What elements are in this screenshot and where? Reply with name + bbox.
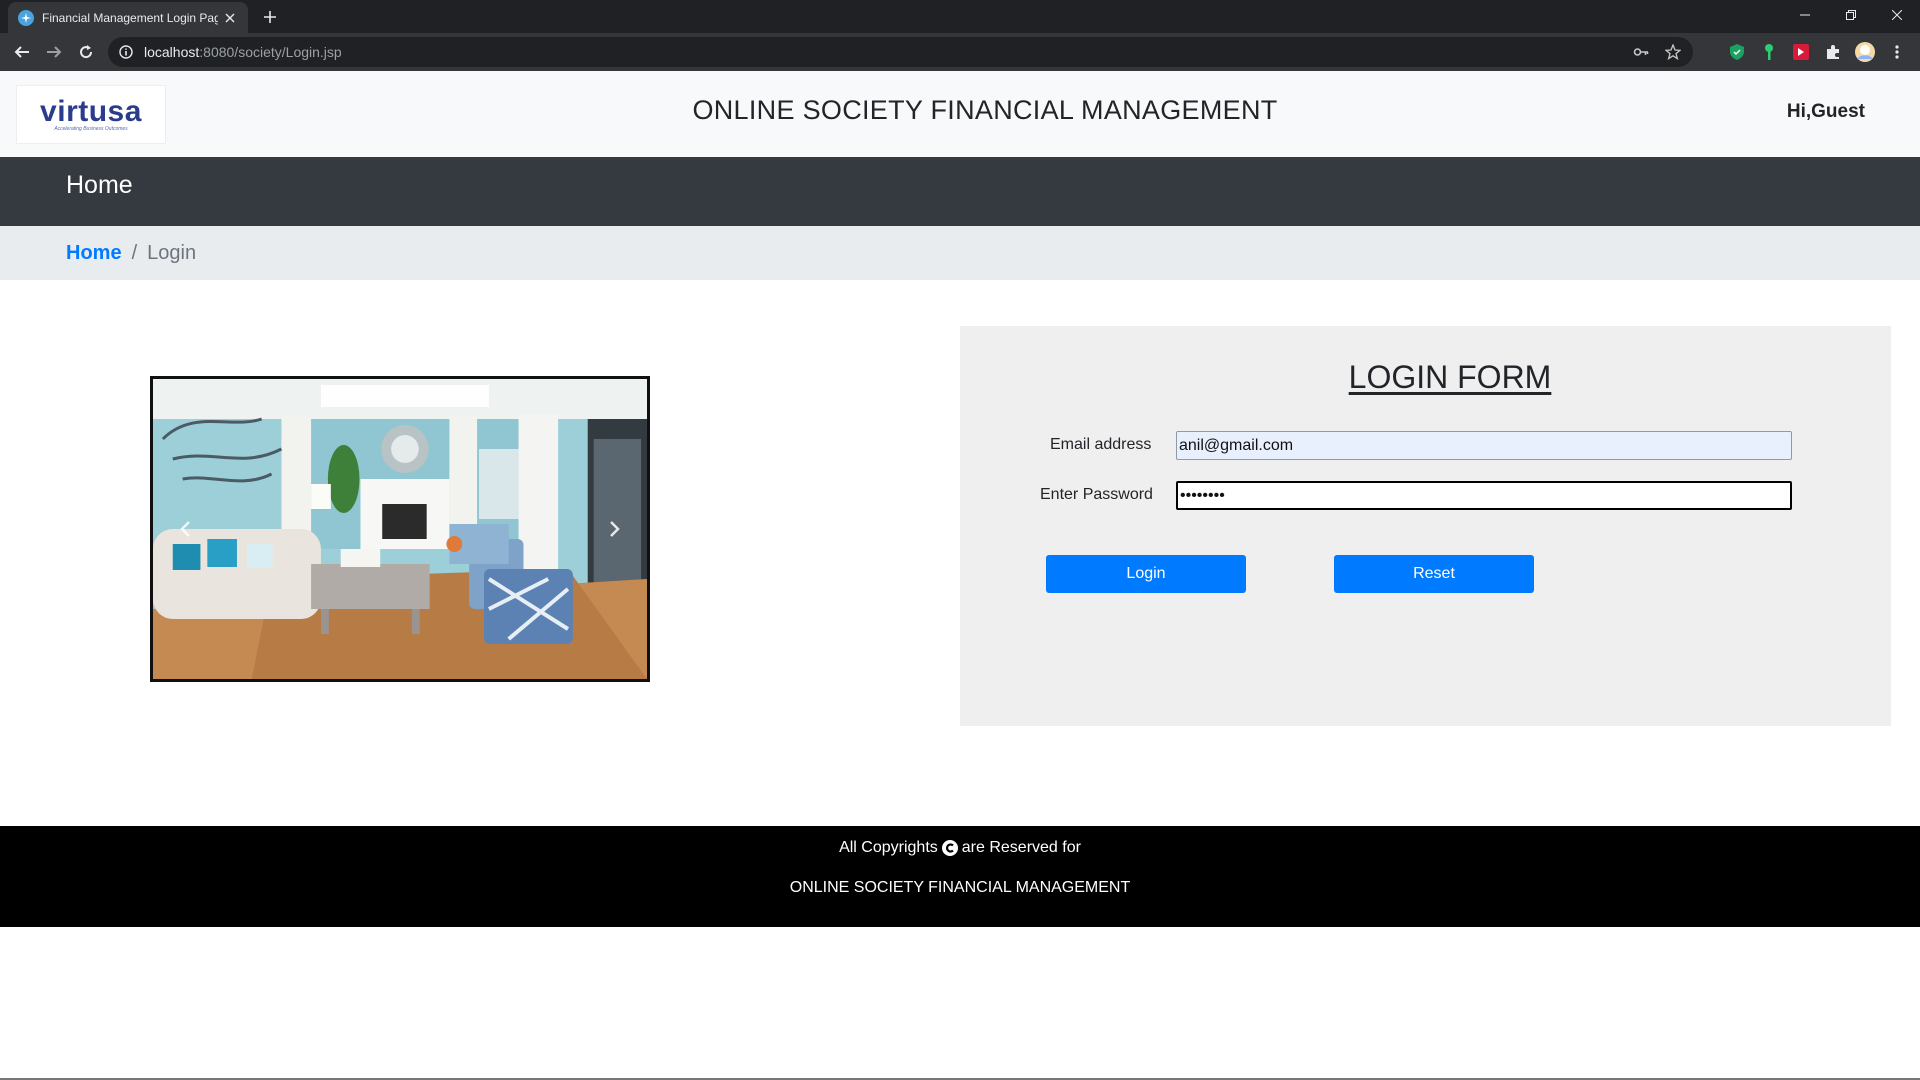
footer-copyright-line: All Copyrights are Reserved for bbox=[0, 839, 1920, 857]
restore-icon[interactable] bbox=[1828, 0, 1874, 30]
forward-icon[interactable] bbox=[40, 38, 68, 66]
user-greeting: Hi,Guest bbox=[1786, 101, 1865, 122]
favicon-icon bbox=[18, 9, 34, 26]
copyright-icon bbox=[941, 840, 958, 856]
site-info-icon[interactable] bbox=[118, 44, 134, 60]
password-label: Enter Password bbox=[1040, 486, 1153, 503]
footer-site-name: ONLINE SOCIETY FINANCIAL MANAGEMENT bbox=[789, 879, 1131, 896]
login-button[interactable]: Login bbox=[1046, 555, 1246, 593]
password-field[interactable] bbox=[1176, 481, 1792, 510]
close-window-icon[interactable] bbox=[1874, 0, 1920, 30]
email-label: Email address bbox=[1050, 436, 1152, 453]
image-carousel bbox=[150, 376, 650, 682]
reload-icon[interactable] bbox=[72, 38, 100, 66]
new-tab-icon[interactable] bbox=[259, 6, 281, 28]
site-footer: All Copyrights are Reserved for ONLINE S… bbox=[0, 826, 1920, 927]
breadcrumb-home-link[interactable]: Home bbox=[66, 242, 122, 265]
tab-title: Financial Management Login Page bbox=[42, 10, 218, 25]
breadcrumb: Home / Login bbox=[0, 226, 1920, 280]
footer-copyright-suffix: are Reserved for bbox=[961, 839, 1081, 856]
extensions-puzzle-icon[interactable] bbox=[1821, 40, 1845, 64]
shield-extension-icon[interactable] bbox=[1725, 40, 1749, 64]
reset-button[interactable]: Reset bbox=[1334, 555, 1534, 593]
page: virtusa Accelerating Business Outcomes O… bbox=[0, 71, 1920, 1080]
keeper-extension-icon[interactable] bbox=[1757, 40, 1781, 64]
profile-avatar-icon[interactable] bbox=[1853, 40, 1877, 64]
back-icon[interactable] bbox=[8, 38, 36, 66]
login-form-title: LOGIN FORM bbox=[1348, 359, 1552, 395]
living-room-photo bbox=[153, 379, 647, 679]
carousel-prev-icon[interactable] bbox=[173, 517, 197, 541]
browser-tab[interactable]: Financial Management Login Page bbox=[8, 2, 248, 33]
browser-tabstrip: Financial Management Login Page bbox=[0, 0, 1920, 33]
logo-tagline: Accelerating Business Outcomes bbox=[54, 125, 128, 132]
email-field[interactable] bbox=[1176, 431, 1792, 460]
key-icon[interactable] bbox=[1629, 40, 1653, 64]
url-path: :8080/society/Login.jsp bbox=[199, 44, 342, 60]
footer-copyright-prefix: All Copyrights bbox=[839, 839, 938, 856]
browser-menu-icon[interactable] bbox=[1885, 40, 1909, 64]
breadcrumb-separator: / bbox=[131, 241, 138, 264]
carousel-next-icon[interactable] bbox=[603, 517, 627, 541]
url-host: localhost bbox=[144, 44, 200, 60]
browser-toolbar: localhost:8080/society/Login.jsp bbox=[0, 33, 1920, 71]
address-bar[interactable]: localhost:8080/society/Login.jsp bbox=[108, 37, 1693, 67]
site-header: virtusa Accelerating Business Outcomes O… bbox=[0, 71, 1920, 157]
main-navbar: Home bbox=[0, 157, 1920, 226]
close-tab-icon[interactable] bbox=[222, 10, 238, 26]
bookmark-star-icon[interactable] bbox=[1661, 40, 1685, 64]
site-title: ONLINE SOCIETY FINANCIAL MANAGEMENT bbox=[692, 95, 1278, 125]
nav-home-link[interactable]: Home bbox=[66, 171, 133, 200]
minimize-icon[interactable] bbox=[1782, 0, 1828, 30]
breadcrumb-current: Login bbox=[147, 241, 197, 264]
red-extension-icon[interactable] bbox=[1789, 40, 1813, 64]
login-panel: LOGIN FORM Email address Enter Password … bbox=[960, 326, 1891, 726]
